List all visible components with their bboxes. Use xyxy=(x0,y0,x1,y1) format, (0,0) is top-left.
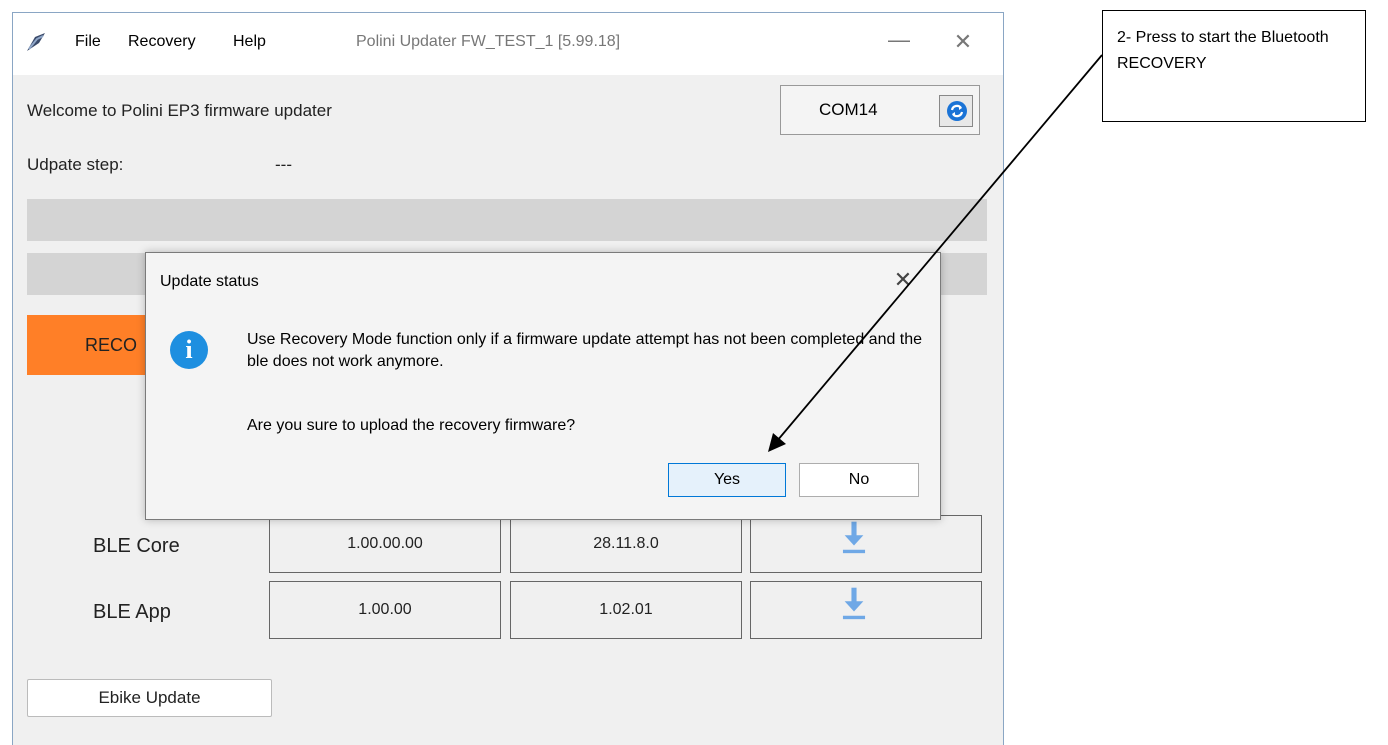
yes-button[interactable]: Yes xyxy=(668,463,786,497)
menu-recovery[interactable]: Recovery xyxy=(128,33,196,51)
welcome-text: Welcome to Polini EP3 firmware updater xyxy=(27,101,332,120)
ble-core-download-button[interactable] xyxy=(750,515,982,573)
row-label-ble-core: BLE Core xyxy=(93,535,180,557)
menu-file[interactable]: File xyxy=(75,33,101,51)
window-title: Polini Updater FW_TEST_1 [5.99.18] xyxy=(356,33,621,50)
refresh-button[interactable] xyxy=(939,95,973,127)
ble-app-download-button[interactable] xyxy=(750,581,982,639)
minimize-button[interactable]: — xyxy=(879,25,919,59)
annotation-callout: 2- Press to start the Bluetooth RECOVERY xyxy=(1102,10,1366,122)
app-logo-icon xyxy=(27,33,45,51)
recovery-button-label: RECO xyxy=(85,335,138,355)
dialog-question: Are you sure to upload the recovery firm… xyxy=(247,417,576,434)
no-button[interactable]: No xyxy=(799,463,919,497)
ble-core-current-version: 1.00.00.00 xyxy=(269,515,501,573)
progress-bar-1 xyxy=(27,199,987,241)
close-button[interactable]: ✕ xyxy=(943,25,983,59)
menu-help[interactable]: Help xyxy=(233,33,266,51)
title-bar: File Recovery Help Polini Updater FW_TES… xyxy=(13,13,1003,75)
dialog-message: Use Recovery Mode function only if a fir… xyxy=(247,331,923,370)
download-icon xyxy=(842,521,866,554)
ble-app-current-version: 1.00.00 xyxy=(269,581,501,639)
update-step-label: Udpate step: xyxy=(27,155,124,174)
update-status-dialog: Update status ✕ i Use Recovery Mode func… xyxy=(145,252,941,520)
row-label-ble-app: BLE App xyxy=(93,601,171,623)
dialog-title: Update status xyxy=(160,273,259,290)
ble-core-latest-version: 28.11.8.0 xyxy=(510,515,742,573)
com-port-label: COM14 xyxy=(819,100,878,119)
download-icon xyxy=(842,587,866,620)
ble-app-latest-version: 1.02.01 xyxy=(510,581,742,639)
com-port-box: COM14 xyxy=(780,85,980,135)
dialog-close-button[interactable]: ✕ xyxy=(888,265,918,295)
refresh-icon xyxy=(947,101,967,121)
info-icon: i xyxy=(170,331,208,369)
ebike-update-button[interactable]: Ebike Update xyxy=(27,679,272,717)
update-step-value: --- xyxy=(275,155,292,174)
